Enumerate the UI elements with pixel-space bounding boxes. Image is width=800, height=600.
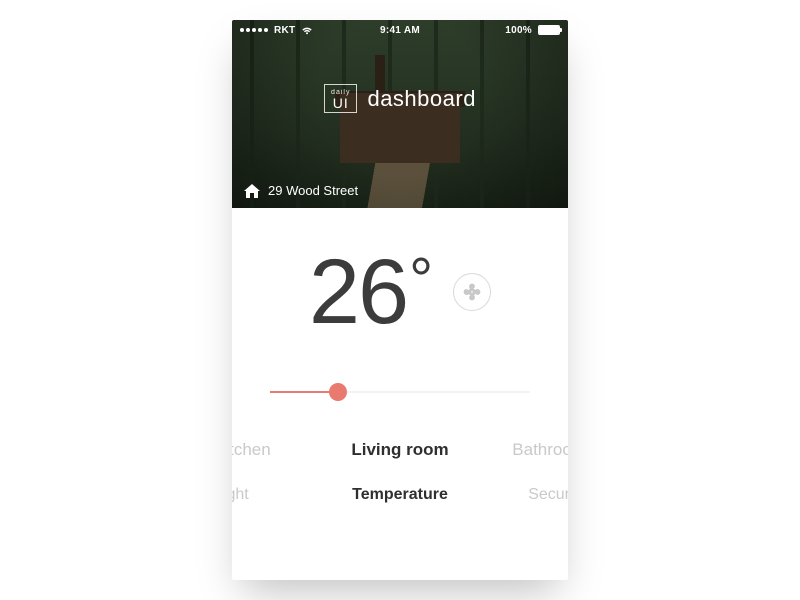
temperature-slider[interactable] (270, 382, 530, 402)
fan-icon (462, 282, 482, 302)
hero: RKT 9:41 AM 100% daily UI dashboard (232, 20, 568, 208)
temperature-row: 26 ° (252, 246, 548, 338)
battery-icon (538, 25, 560, 35)
mode-toggle-button[interactable] (453, 273, 491, 311)
slider-fill (270, 391, 338, 393)
category-selector[interactable]: Light Temperature Security (232, 482, 568, 508)
address[interactable]: 29 Wood Street (244, 183, 358, 198)
page-title: dashboard (367, 86, 475, 112)
category-active[interactable]: Temperature (344, 482, 456, 508)
home-icon (244, 184, 260, 198)
brand-logo-line1: daily (331, 89, 350, 96)
signal-dots-icon (240, 28, 268, 32)
address-text: 29 Wood Street (268, 183, 358, 198)
temperature-value: 26 (309, 246, 407, 338)
brand-logo: daily UI (324, 84, 357, 113)
temperature-readout: 26 ° (309, 246, 431, 338)
category-prev[interactable]: Light (232, 482, 322, 508)
status-bar-left: RKT (240, 25, 313, 36)
main-panel: 26 ° Kitchen Living room Bathroom Light (232, 208, 568, 516)
slider-thumb[interactable] (329, 383, 347, 401)
phone-frame: RKT 9:41 AM 100% daily UI dashboard (232, 20, 568, 580)
status-bar-right: 100% (505, 25, 560, 36)
battery-percent: 100% (505, 25, 532, 36)
room-next[interactable]: Bathroom (478, 436, 568, 464)
brand-logo-line2: UI (331, 96, 350, 110)
room-prev[interactable]: Kitchen (232, 436, 322, 464)
status-bar: RKT 9:41 AM 100% (232, 20, 568, 40)
wifi-icon (301, 26, 313, 35)
temperature-unit: ° (409, 250, 431, 310)
room-active[interactable]: Living room (344, 436, 456, 464)
category-next[interactable]: Security (478, 482, 568, 508)
carrier-label: RKT (274, 25, 295, 36)
brand: daily UI dashboard (232, 84, 568, 113)
room-selector[interactable]: Kitchen Living room Bathroom (232, 436, 568, 464)
hero-background-image (232, 20, 568, 208)
